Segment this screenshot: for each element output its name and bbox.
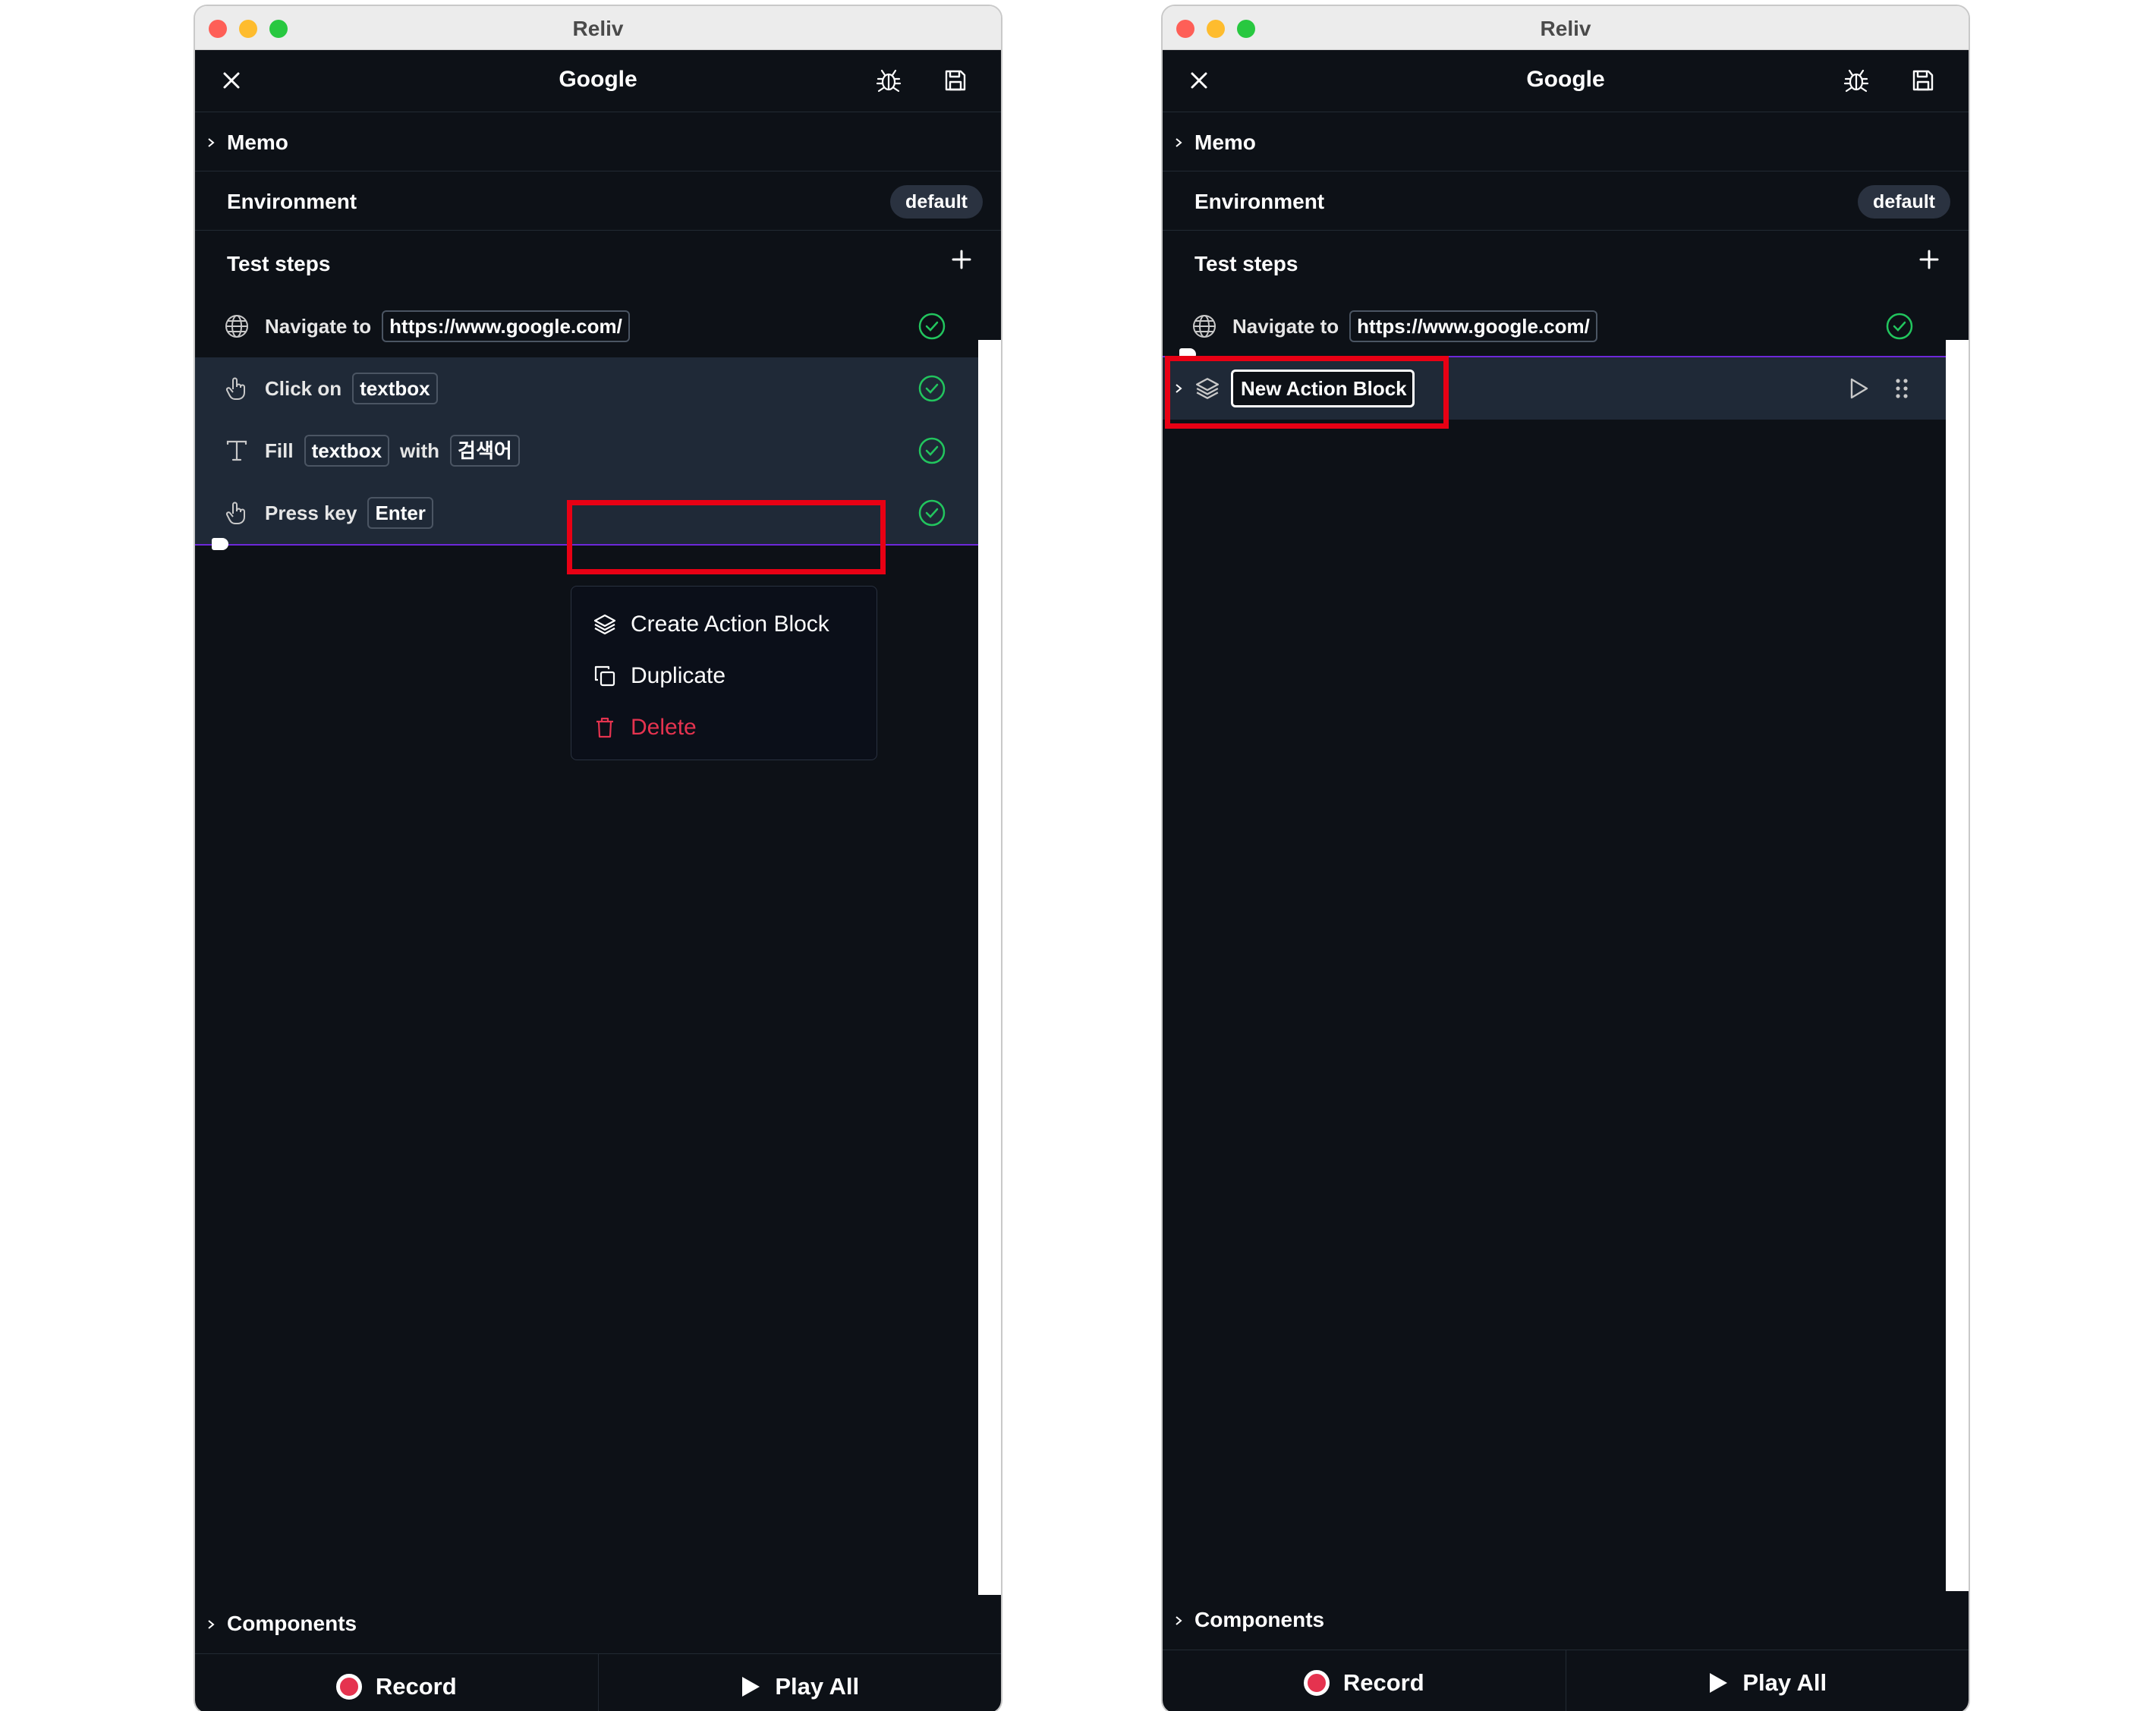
save-icon[interactable] (940, 65, 971, 96)
play-all-label: Play All (1742, 1669, 1827, 1696)
check-circle-icon (918, 375, 946, 402)
memo-section[interactable]: Memo (1163, 112, 1969, 171)
window-title: Reliv (1540, 17, 1591, 40)
globe-icon (225, 315, 248, 338)
text-icon (226, 440, 247, 461)
step-value[interactable]: 검색어 (450, 435, 520, 467)
save-icon[interactable] (1908, 65, 1938, 96)
footer-actions: Record Play All (1163, 1650, 1969, 1711)
components-label: Components (1194, 1608, 1325, 1631)
menu-item-label: Delete (631, 715, 697, 740)
step-target[interactable]: Enter (367, 497, 433, 529)
test-header: Google (1163, 50, 1969, 112)
components-label: Components (227, 1612, 357, 1635)
test-steps-label: Test steps (1194, 252, 1298, 275)
play-all-label: Play All (775, 1673, 860, 1700)
drop-marker-icon (212, 538, 228, 550)
copy-icon (594, 665, 615, 687)
components-section[interactable]: Components (1163, 1591, 1969, 1650)
menu-item-label: Create Action Block (631, 612, 829, 637)
step-click[interactable]: Click on textbox (195, 357, 978, 420)
check-circle-icon (918, 499, 946, 527)
footer-actions: Record Play All (195, 1654, 1001, 1711)
scrollbar-track[interactable] (978, 293, 1001, 1615)
highlight-box (1165, 356, 1449, 429)
chevron-right-icon (208, 138, 215, 147)
record-button[interactable]: Record (195, 1654, 598, 1711)
drag-handle-icon[interactable] (1894, 377, 1909, 400)
highlight-box (567, 500, 886, 574)
pointer-hand-icon (225, 502, 245, 524)
app-window-after: Reliv Google Memo Environment default Te… (1161, 5, 1970, 1711)
environment-badge[interactable]: default (890, 185, 983, 219)
check-circle-icon (918, 437, 946, 464)
test-header: Google (195, 50, 1001, 112)
play-outline-icon[interactable] (1847, 377, 1870, 400)
environment-section: Environment default (195, 171, 1001, 231)
record-label: Record (375, 1673, 457, 1700)
check-circle-icon (1886, 313, 1913, 340)
step-navigate[interactable]: Navigate to https://www.google.com/ (1163, 295, 1946, 357)
pointer-hand-icon (225, 377, 245, 400)
record-label: Record (1342, 1669, 1424, 1696)
environment-section: Environment default (1163, 171, 1969, 231)
layers-icon (593, 614, 616, 635)
scrollbar-track-top (978, 293, 1001, 340)
menu-item-delete[interactable]: Delete (571, 702, 877, 753)
step-navigate[interactable]: Navigate to https://www.google.com/ (195, 295, 978, 357)
window-title: Reliv (572, 17, 624, 40)
add-step-icon[interactable] (948, 246, 975, 273)
record-icon (335, 1674, 362, 1700)
play-all-button[interactable]: Play All (597, 1654, 1002, 1711)
window-titlebar: Reliv (195, 6, 1001, 50)
step-action: Press key (265, 501, 357, 524)
window-titlebar: Reliv (1163, 6, 1969, 50)
step-action: Navigate to (1232, 314, 1339, 338)
memo-label: Memo (227, 131, 288, 154)
environment-label: Environment (227, 190, 357, 213)
play-icon (742, 1677, 760, 1697)
test-steps-header: Test steps (195, 231, 1001, 293)
step-context-menu: Create Action Block Duplicate Delete (571, 586, 877, 760)
step-target[interactable]: textbox (352, 373, 438, 404)
menu-item-create-action-block[interactable]: Create Action Block (571, 599, 877, 650)
add-step-icon[interactable] (1915, 246, 1943, 273)
menu-item-label: Duplicate (631, 663, 726, 688)
memo-section[interactable]: Memo (195, 112, 1001, 171)
app-window-before: Reliv Google Memo Environment default Te… (194, 5, 1002, 1711)
step-connector: with (400, 439, 440, 462)
chevron-right-icon (1176, 138, 1182, 147)
step-action: Fill (265, 439, 294, 462)
step-target[interactable]: https://www.google.com/ (382, 310, 630, 342)
record-icon (1303, 1670, 1330, 1696)
step-target[interactable]: textbox (304, 435, 390, 467)
bug-icon[interactable] (1841, 65, 1871, 96)
check-circle-icon (918, 313, 946, 340)
test-steps-header: Test steps (1163, 231, 1969, 293)
test-steps-label: Test steps (227, 252, 331, 275)
step-list (1163, 293, 1946, 1612)
step-fill[interactable]: Fill textbox with 검색어 (195, 420, 978, 482)
globe-icon (1193, 315, 1216, 338)
environment-badge[interactable]: default (1858, 185, 1950, 219)
chevron-right-icon (208, 1620, 215, 1629)
menu-item-duplicate[interactable]: Duplicate (571, 650, 877, 702)
trash-icon (596, 717, 613, 738)
scrollbar-track[interactable] (1946, 293, 1969, 1612)
record-button[interactable]: Record (1163, 1650, 1566, 1711)
app-content: Google Memo Environment default Test ste… (195, 50, 1001, 1711)
environment-label: Environment (1194, 190, 1325, 213)
play-icon (1710, 1673, 1728, 1693)
step-action: Navigate to (265, 314, 372, 338)
play-all-button[interactable]: Play All (1565, 1650, 1969, 1711)
step-action: Click on (265, 376, 342, 400)
scrollbar-track-top (1946, 293, 1969, 340)
bug-icon[interactable] (873, 65, 904, 96)
memo-label: Memo (1194, 131, 1256, 154)
chevron-right-icon (1176, 1616, 1182, 1625)
app-content: Google Memo Environment default Test ste… (1163, 50, 1969, 1711)
components-section[interactable]: Components (195, 1595, 1001, 1654)
step-target[interactable]: https://www.google.com/ (1349, 310, 1597, 342)
